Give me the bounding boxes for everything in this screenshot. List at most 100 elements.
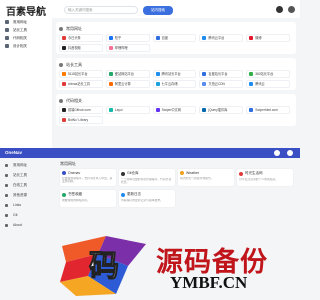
site-link[interactable]: Layui: [105, 105, 153, 114]
bookmark-card-body: 时光生活网分享生活点滴的个人博客站点。: [237, 169, 293, 186]
sidebar-item[interactable]: 常用网址: [0, 18, 52, 26]
category-title: 站长工具: [59, 61, 293, 69]
git-icon: [5, 213, 8, 217]
site-link-body: BotNo' Library: [59, 115, 103, 124]
sidebar-item[interactable]: 设计相关: [0, 42, 52, 50]
site-link[interactable]: Swiperhtml.com: [246, 105, 293, 114]
folder-icon: [5, 193, 8, 197]
site-link-body: 360站长平台: [246, 69, 290, 78]
bookmark-description: 简洁的天气预报查询服务。: [180, 177, 214, 180]
site-favicon-icon: [202, 107, 207, 112]
onenav-sidebar-item[interactable]: About: [0, 220, 56, 230]
bookmark-card[interactable]: 书签收藏 收藏常用的网站书签。: [60, 190, 119, 207]
bookmark-card[interactable]: Weather 简洁的天气预报查询服务。: [178, 169, 237, 186]
site-link[interactable]: 哔哩哔哩: [105, 43, 153, 52]
bookmark-header: 更新日志: [121, 192, 173, 197]
site-link[interactable]: 360站长平台: [246, 69, 293, 78]
search-input[interactable]: 输入关键词搜索: [64, 6, 138, 14]
onenav-sidebar-item[interactable]: 常用网址: [0, 160, 56, 170]
site-link[interactable]: 又拍云CDN: [199, 79, 246, 88]
site-name: Layui: [114, 107, 123, 112]
onenav-sidebar-item[interactable]: 站长工具: [0, 170, 56, 180]
site-name: 又拍云CDN: [208, 82, 225, 86]
bookmark-card[interactable]: Onenav 轻量级导航程序，支持书签导入导出，多主题切换。: [60, 169, 119, 186]
site-link[interactable]: 5118站长平台: [59, 69, 106, 78]
site-link[interactable]: 知乎: [105, 33, 153, 42]
top-bar: OneNav: [0, 148, 300, 158]
bookmark-favicon-icon: [121, 192, 125, 197]
site-favicon-icon: [62, 35, 66, 40]
category-title-label: 站长工具: [66, 62, 82, 67]
site-name: Swiperhtml.com: [255, 107, 278, 112]
bookmark-description: 收藏常用的网站书签。: [62, 199, 90, 202]
search-button[interactable]: 站内搜索: [143, 6, 173, 15]
onenav-sidebar-item[interactable]: Links: [0, 200, 56, 210]
site-logo[interactable]: 百素导航: [6, 3, 46, 18]
site-favicon-icon: [108, 107, 113, 112]
onenav-sidebar-item[interactable]: 其他资源: [0, 190, 56, 200]
onenav-sidebar-label: Links: [13, 203, 22, 207]
site-link[interactable]: 爱站网站平台: [105, 69, 153, 78]
sidebar-item[interactable]: 代码相关: [0, 34, 52, 42]
bookmark-header: Git仓库: [121, 171, 173, 176]
tool-icon: [5, 28, 9, 32]
site-favicon-icon: [202, 81, 207, 86]
site-link-body: 腾讯云: [246, 79, 290, 88]
site-link[interactable]: 阿里云计算: [105, 79, 153, 88]
site-link[interactable]: 腾讯云: [246, 79, 293, 88]
sidebar-item-label: 常用网址: [13, 19, 27, 24]
site-name: 阿里云计算: [114, 82, 131, 86]
watermark-logo-char: 码: [89, 249, 119, 284]
site-favicon-icon: [62, 81, 66, 86]
user-icon[interactable]: [288, 6, 295, 13]
site-link[interactable]: Swiper中文网: [152, 105, 200, 114]
theme-toggle-icon[interactable]: [276, 6, 283, 13]
github-icon[interactable]: [274, 150, 280, 156]
bookmark-header: 时光生活网: [239, 171, 291, 176]
site-name: 抖音视频: [68, 46, 81, 50]
site-link[interactable]: jQuery插件库: [199, 105, 246, 114]
site-link[interactable]: chinaz站长工具: [59, 79, 106, 88]
site-link-body: Swiper中文网: [152, 105, 197, 114]
site-favicon-icon: [108, 81, 113, 86]
category-card: 站长工具 5118站长平台 爱站网站平台 腾讯站长平台 百度站长平台 360站长平台 chi…: [56, 58, 296, 90]
site-name: 腾讯云: [255, 82, 265, 86]
site-link-body: 5118站长平台: [59, 69, 103, 78]
site-name: BotNo' Library: [68, 117, 89, 122]
site-link[interactable]: 微博: [246, 33, 293, 42]
site-favicon-icon: [155, 107, 160, 112]
site-link[interactable]: BotNo' Library: [59, 115, 106, 124]
site-name: 微博: [255, 36, 262, 40]
bookmark-description: 一个简单轻量的书签管理程序，代码开源托管。: [121, 178, 172, 185]
site-link[interactable]: 抖音视频: [59, 43, 106, 52]
site-link[interactable]: 百度站长平台: [199, 69, 246, 78]
site-name: 5118站长平台: [68, 72, 88, 76]
onenav-sidebar-item[interactable]: 在线工具: [0, 180, 56, 190]
site-link[interactable]: 腾讯站长平台: [152, 69, 200, 78]
site-link[interactable]: 腾讯云平台: [199, 33, 246, 42]
site-link-body: 又拍云CDN: [199, 79, 244, 88]
site-favicon-icon: [62, 107, 66, 112]
onenav-sidebar-item[interactable]: Git: [0, 210, 56, 220]
site-link[interactable]: 前端Github.com: [59, 105, 106, 114]
category-title: 代码相关: [59, 97, 293, 105]
site-name: 七牛云存储: [161, 82, 178, 86]
bookmark-card[interactable]: Git仓库一个简单轻量的书签管理程序，代码开源托管。: [119, 169, 178, 186]
site-name: 360站长平台: [255, 72, 274, 76]
site-link[interactable]: 七牛云存储: [152, 79, 200, 88]
site-link[interactable]: 百度: [152, 33, 200, 42]
onenav-sidebar-label: Git: [13, 213, 18, 217]
bookmark-favicon-icon: [62, 192, 66, 197]
bookmark-name: Git仓库: [127, 171, 139, 175]
app-title[interactable]: OneNav: [5, 150, 22, 155]
site-link-body: Swiperhtml.com: [246, 105, 290, 114]
watermark-url: YMBF.CN: [170, 273, 248, 292]
bookmark-card[interactable]: 更新日志 查看程序的更新记录与版本发布。: [119, 190, 178, 207]
bookmark-favicon-icon: [121, 171, 125, 176]
bookmark-card[interactable]: 时光生活网分享生活点滴的个人博客站点。: [237, 169, 296, 186]
sidebar-item-label: 设计相关: [13, 43, 27, 48]
bookmark-description: 分享生活点滴的个人博客站点。: [239, 178, 279, 181]
sidebar-item[interactable]: 站长工具: [0, 26, 52, 34]
site-link[interactable]: 今日头条: [59, 33, 106, 42]
settings-icon[interactable]: [287, 150, 293, 156]
